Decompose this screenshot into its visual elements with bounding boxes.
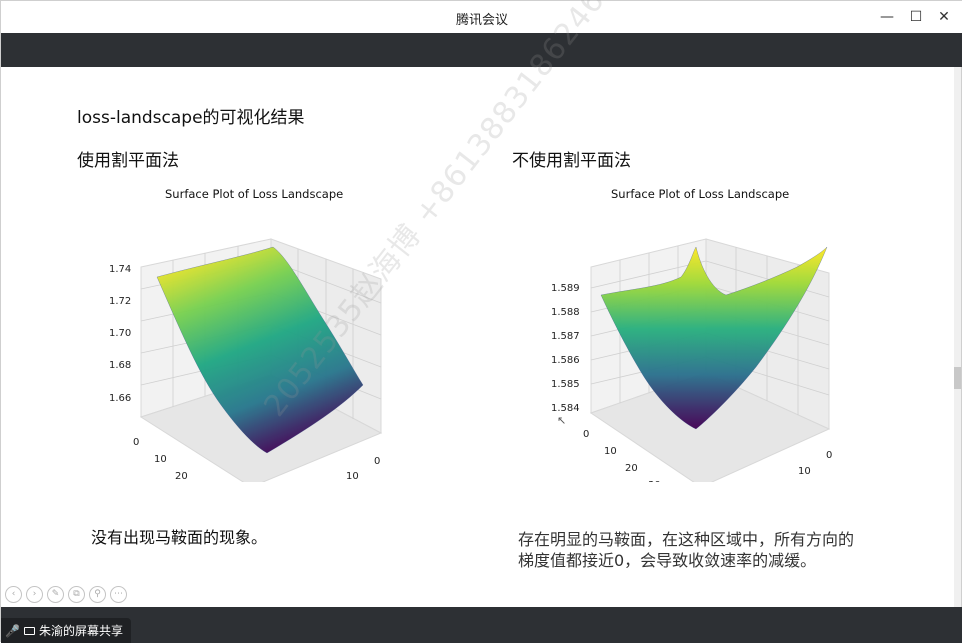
right-y-tick: 0 — [826, 450, 832, 461]
pen-icon[interactable]: ✎ — [47, 586, 64, 603]
right-y-tick: 10 — [798, 466, 811, 477]
left-z-tick: 1.68 — [109, 360, 131, 371]
zoom-icon[interactable]: ⚲ — [89, 586, 106, 603]
right-z-tick: 1.585 — [551, 379, 580, 390]
left-y-tick: 0 — [374, 456, 380, 467]
left-y-tick: 10 — [346, 471, 359, 482]
right-z-tick: 1.587 — [551, 331, 580, 342]
window-title: 腾讯会议 — [455, 13, 508, 28]
top-toolbar — [1, 33, 962, 67]
next-icon[interactable]: › — [26, 586, 43, 603]
share-label: 朱渝的屏幕共享 — [38, 624, 123, 638]
right-chart-title: Surface Plot of Loss Landscape — [611, 187, 790, 201]
viewer-controls: ‹ › ✎ ⧉ ⚲ ⋯ — [5, 586, 127, 603]
right-x-tick: 0 — [583, 429, 589, 440]
title-bar: 腾讯会议 — ☐ ✕ — [1, 1, 962, 33]
left-z-tick: 1.70 — [109, 328, 131, 339]
more-icon[interactable]: ⋯ — [110, 586, 127, 603]
right-surface-plot: 1.589 1.588 1.587 1.586 1.585 1.584 0 10… — [551, 238, 832, 482]
vertical-scrollbar[interactable] — [954, 67, 961, 607]
right-z-tick: 1.588 — [551, 307, 580, 318]
screen-share-icon — [23, 626, 35, 635]
left-method-label: 使用割平面法 — [77, 151, 179, 171]
left-x-tick: 0 — [133, 437, 139, 448]
left-z-tick: 1.66 — [109, 393, 131, 404]
meeting-window: 腾讯会议 — ☐ ✕ loss-landscape的可视化结果 使用割平面法 不… — [0, 0, 962, 643]
left-caption: 没有出现马鞍面的现象。 — [91, 528, 268, 547]
right-caption-line2: 梯度值都接近0，会导致收敛速率的减缓。 — [518, 551, 817, 570]
minimize-icon[interactable]: — — [877, 7, 897, 27]
copy-icon[interactable]: ⧉ — [68, 586, 85, 603]
prev-icon[interactable]: ‹ — [5, 586, 22, 603]
right-z-tick: 1.584 — [551, 403, 580, 414]
bottom-bar — [1, 607, 962, 643]
screen-share-badge[interactable]: 🎤 朱渝的屏幕共享 — [1, 618, 131, 643]
maximize-icon[interactable]: ☐ — [906, 7, 926, 27]
right-z-tick: 1.586 — [551, 355, 580, 366]
shared-slide: loss-landscape的可视化结果 使用割平面法 不使用割平面法 Surf… — [1, 0, 956, 607]
left-x-tick: 20 — [175, 471, 188, 482]
right-x-tick: 10 — [604, 446, 617, 457]
left-z-tick: 1.74 — [109, 264, 131, 275]
close-icon[interactable]: ✕ — [934, 7, 954, 27]
right-z-ticks: 1.589 1.588 1.587 1.586 1.585 1.584 — [551, 283, 580, 414]
left-x-tick: 10 — [154, 454, 167, 465]
left-chart-title: Surface Plot of Loss Landscape — [165, 187, 344, 201]
right-z-tick: 1.589 — [551, 283, 580, 294]
right-method-label: 不使用割平面法 — [512, 151, 631, 171]
left-z-ticks: 1.74 1.72 1.70 1.68 1.66 — [109, 264, 131, 404]
right-x-tick: 30 — [648, 480, 661, 482]
scrollbar-thumb[interactable] — [954, 367, 961, 389]
mic-icon[interactable]: 🎤 — [5, 624, 20, 638]
mouse-cursor-icon: ↖ — [557, 414, 567, 427]
right-x-tick: 20 — [625, 463, 638, 474]
left-z-tick: 1.72 — [109, 296, 131, 307]
slide-heading: loss-landscape的可视化结果 — [77, 108, 305, 128]
